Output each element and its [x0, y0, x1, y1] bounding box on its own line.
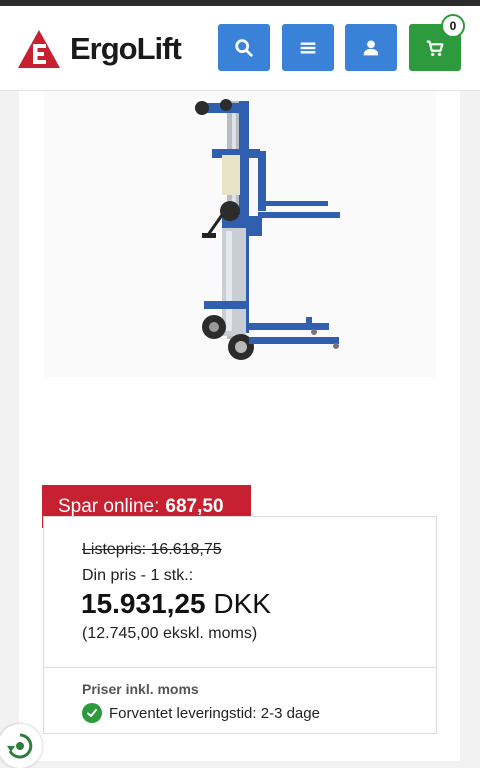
site-header: ErgoLift 0 [0, 6, 480, 91]
recycle-icon [7, 733, 33, 759]
savings-value: 687,50 [165, 495, 224, 517]
account-button[interactable] [345, 24, 397, 71]
price-amount: 15.931,25 DKK [81, 588, 271, 620]
search-icon [235, 38, 253, 57]
brand-name: ErgoLift [70, 31, 182, 66]
savings-label: Spar online: [58, 495, 160, 517]
delivery-text: Forventet leveringstid: 2-3 dage [109, 704, 320, 722]
check-icon [82, 703, 102, 723]
divider [44, 667, 436, 668]
product-image[interactable] [44, 91, 436, 377]
price-value: 15.931,25 [81, 588, 206, 619]
price-excl-vat: (12.745,00 ekskl. moms) [82, 625, 258, 642]
list-price: Listepris: 16.618,75 [82, 541, 222, 558]
logo-mark-icon [18, 30, 60, 68]
brand-logo[interactable]: ErgoLift [16, 28, 182, 70]
menu-button[interactable] [282, 24, 334, 71]
price-currency: DKK [213, 588, 271, 619]
your-price-label: Din pris - 1 stk.: [82, 567, 194, 584]
chat-widget-button[interactable] [0, 724, 42, 768]
price-box: Listepris: 16.618,75 Din pris - 1 stk.: … [43, 516, 437, 734]
user-icon [363, 39, 379, 55]
material-lift-image [195, 99, 340, 360]
cart-icon [426, 39, 444, 56]
cart-count-badge: 0 [441, 14, 465, 38]
incl-vat-note: Priser inkl. moms [82, 681, 199, 697]
search-button[interactable] [218, 24, 270, 71]
cart-button[interactable]: 0 [409, 14, 465, 71]
menu-icon [300, 42, 316, 53]
delivery-time: Forventet leveringstid: 2-3 dage [82, 703, 320, 723]
